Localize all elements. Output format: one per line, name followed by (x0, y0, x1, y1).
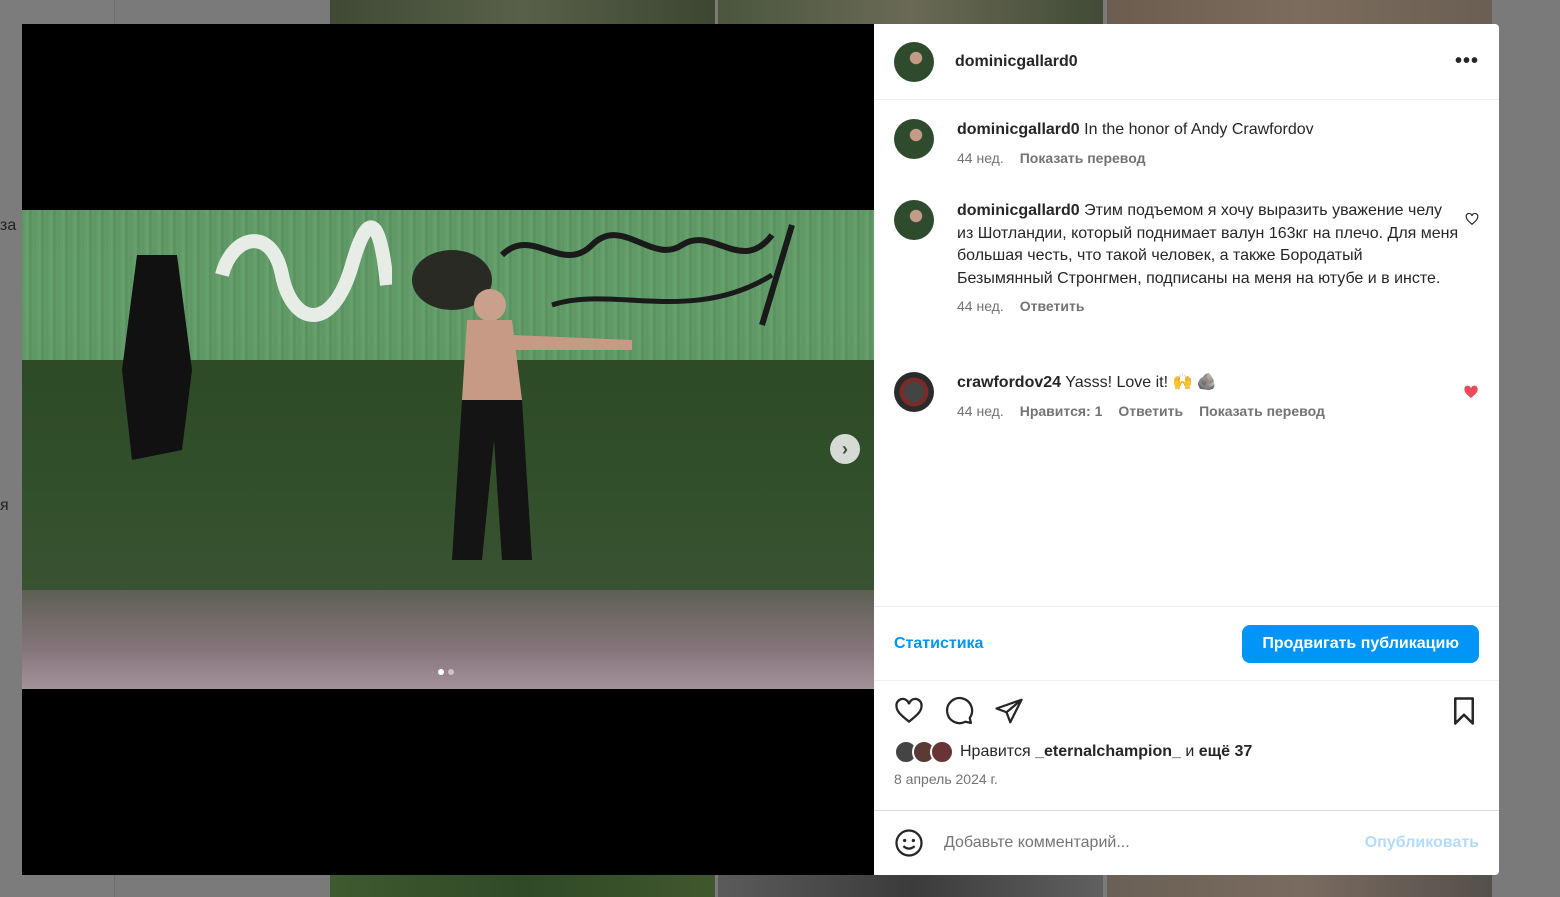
likes-prefix: Нравится (960, 743, 1031, 760)
comment-time[interactable]: 44 нед. (957, 298, 1004, 314)
share-icon[interactable] (994, 696, 1024, 726)
comment-username[interactable]: crawfordov24 (957, 374, 1061, 391)
post-photo (22, 210, 874, 689)
likes-summary: Нравится _eternalchampion_ и ещё 37 (894, 739, 1479, 765)
comment-text: Yasss! Love it! 🙌 🪨 (1065, 374, 1217, 391)
background-thumbnail[interactable] (718, 0, 1103, 24)
heart-filled-icon[interactable] (1463, 384, 1479, 403)
likes-joiner: и (1185, 743, 1195, 760)
person-lifting-stone (412, 250, 632, 560)
comment-username[interactable]: dominicgallard0 (957, 202, 1080, 219)
carousel-indicator (436, 662, 460, 675)
comments-list: dominicgallard0 In the honor of Andy Cra… (874, 101, 1499, 606)
author-username[interactable]: dominicgallard0 (955, 53, 1078, 71)
comment-username[interactable]: dominicgallard0 (957, 121, 1080, 138)
background-thumbnail[interactable] (330, 0, 715, 24)
likes-count[interactable]: ещё 37 (1199, 743, 1253, 760)
comment-input[interactable] (944, 834, 1365, 852)
caption: dominicgallard0 In the honor of Andy Cra… (894, 119, 1479, 166)
comment-composer: Опубликовать (874, 810, 1499, 875)
like-icon[interactable] (894, 696, 924, 726)
publish-button[interactable]: Опубликовать (1365, 834, 1479, 852)
post-actions: Нравится _eternalchampion_ и ещё 37 8 ап… (874, 680, 1499, 810)
more-horizontal-icon[interactable]: ••• (1455, 50, 1479, 73)
promote-button[interactable]: Продвигать публикацию (1242, 624, 1479, 663)
background-label: за (0, 217, 17, 234)
hanging-jacket (122, 255, 192, 460)
liker-avatar (930, 740, 954, 764)
post-panel: dominicgallard0 ••• dominicgallard0 In t… (874, 24, 1499, 875)
emoji-icon[interactable] (894, 828, 924, 858)
comment-time[interactable]: 44 нед. (957, 403, 1004, 419)
comment-avatar[interactable] (894, 200, 934, 240)
author-avatar[interactable] (894, 41, 934, 82)
carousel-dot (438, 669, 444, 675)
heart-outline-icon[interactable] (1465, 212, 1479, 229)
background-thumbnail[interactable] (330, 875, 715, 897)
chevron-right-icon: › (842, 438, 848, 459)
comment-avatar[interactable] (894, 372, 934, 412)
background-label: я (0, 497, 9, 514)
comment-likes[interactable]: Нравится: 1 (1020, 403, 1103, 419)
background-thumbnail[interactable] (718, 875, 1103, 897)
translate-link[interactable]: Показать перевод (1020, 150, 1146, 166)
post-header: dominicgallard0 ••• (874, 24, 1499, 100)
carousel-dot (448, 669, 454, 675)
comment-icon[interactable] (944, 696, 974, 726)
comment-time[interactable]: 44 нед. (957, 150, 1004, 166)
comment-item: dominicgallard0 Этим подъемом я хочу выр… (894, 200, 1479, 314)
background-thumbnail[interactable] (1107, 875, 1492, 897)
reply-link[interactable]: Ответить (1020, 298, 1085, 314)
reply-link[interactable]: Ответить (1118, 403, 1183, 419)
liker-username[interactable]: _eternalchampion_ (1035, 743, 1181, 760)
comment-text: In the honor of Andy Crawfordov (1084, 121, 1314, 138)
bookmark-icon[interactable] (1449, 696, 1479, 726)
post-media: › (22, 24, 874, 875)
insights-link[interactable]: Статистика (894, 635, 983, 653)
comment-item: crawfordov24 Yasss! Love it! 🙌 🪨 44 нед.… (894, 372, 1479, 419)
background-thumbnail[interactable] (1107, 0, 1492, 24)
insights-bar: Статистика Продвигать публикацию (874, 606, 1499, 680)
next-slide-button[interactable]: › (830, 434, 860, 464)
comment-avatar[interactable] (894, 119, 934, 159)
graffiti-tag (215, 220, 392, 322)
translate-link[interactable]: Показать перевод (1199, 403, 1325, 419)
post-date: 8 апрель 2024 г. (894, 771, 998, 787)
